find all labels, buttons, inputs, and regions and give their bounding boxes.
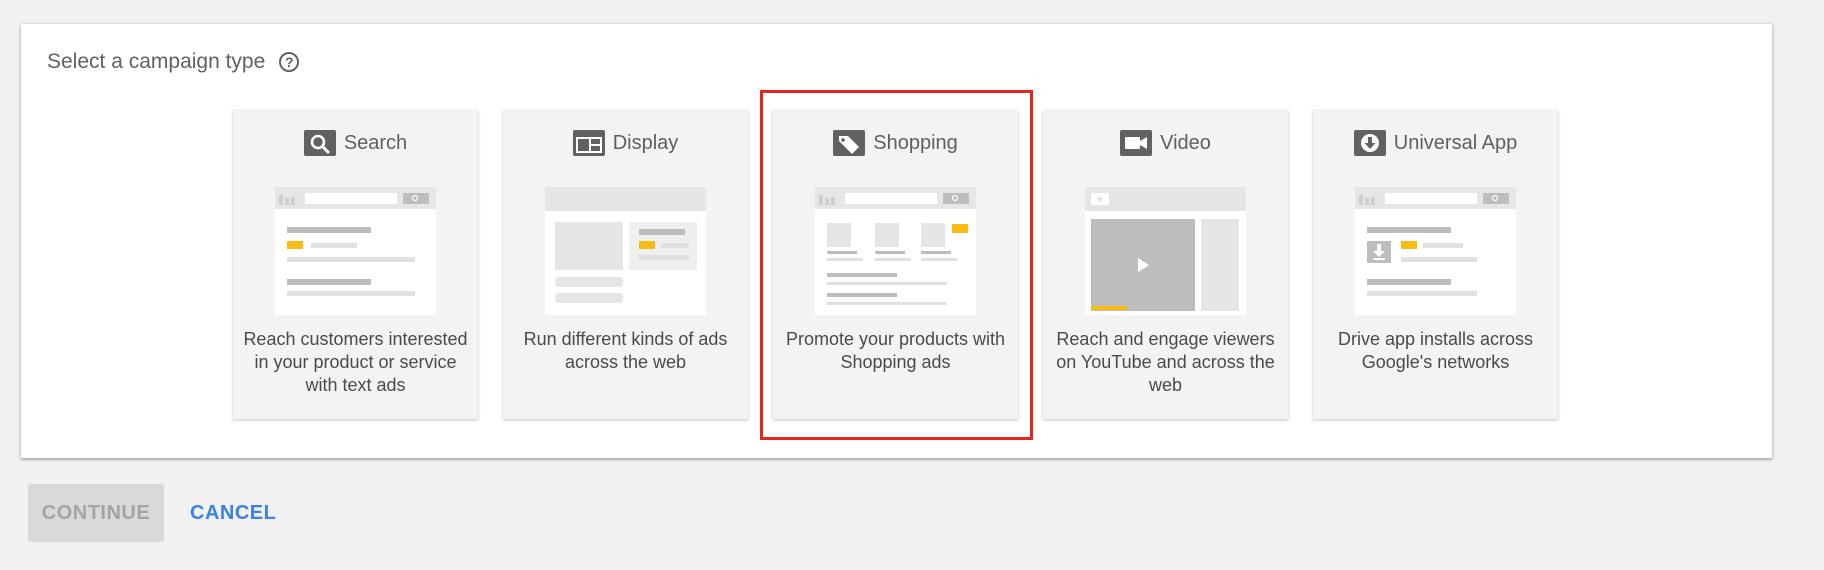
card-shopping[interactable]: Shopping Promote your products with Shop… <box>773 110 1018 419</box>
card-description: Reach and engage viewers on YouTube and … <box>1056 329 1275 395</box>
panel-header: Select a campaign type ? <box>47 50 300 74</box>
card-description: Run different kinds of ads across the we… <box>523 329 728 372</box>
card-label: Search <box>343 131 408 154</box>
card-label: Shopping <box>873 131 958 154</box>
shopping-ad-illustration <box>815 187 976 315</box>
card-header: Search <box>233 130 478 156</box>
card-universal-app[interactable]: Universal App Drive app installs across … <box>1313 110 1558 419</box>
display-ad-illustration <box>545 187 706 315</box>
search-icon <box>303 130 336 156</box>
campaign-type-panel: Select a campaign type ? Search Reach cu… <box>21 24 1772 458</box>
card-label: Universal App <box>1393 131 1518 154</box>
help-circle-icon[interactable]: ? <box>279 52 300 72</box>
continue-button[interactable]: CONTINUE <box>28 484 164 542</box>
card-label: Display <box>612 131 679 154</box>
download-icon <box>1353 130 1386 156</box>
card-description: Drive app installs across Google's netwo… <box>1337 329 1534 372</box>
cancel-button[interactable]: CANCEL <box>180 484 286 542</box>
card-description: Promote your products with Shopping ads <box>785 329 1006 372</box>
card-search[interactable]: Search Reach customers interested in you… <box>233 110 478 419</box>
card-display[interactable]: Display Run different kinds of ads acros… <box>503 110 748 419</box>
app-ad-illustration <box>1355 187 1516 315</box>
campaign-type-cards: Search Reach customers interested in you… <box>233 110 1558 419</box>
card-label: Video <box>1160 131 1211 154</box>
card-description: Reach customers interested in your produ… <box>243 329 468 395</box>
display-icon <box>572 130 605 156</box>
card-video[interactable]: Video Reach and engage viewers on YouTub… <box>1043 110 1288 419</box>
card-header: Universal App <box>1313 130 1558 156</box>
card-header: Shopping <box>773 130 1018 156</box>
video-ad-illustration <box>1085 187 1246 315</box>
card-header: Video <box>1043 130 1288 156</box>
tag-icon <box>833 130 866 156</box>
search-ad-illustration <box>275 187 436 315</box>
card-header: Display <box>503 130 748 156</box>
video-camera-icon <box>1120 130 1153 156</box>
page-title: Select a campaign type <box>47 50 266 73</box>
